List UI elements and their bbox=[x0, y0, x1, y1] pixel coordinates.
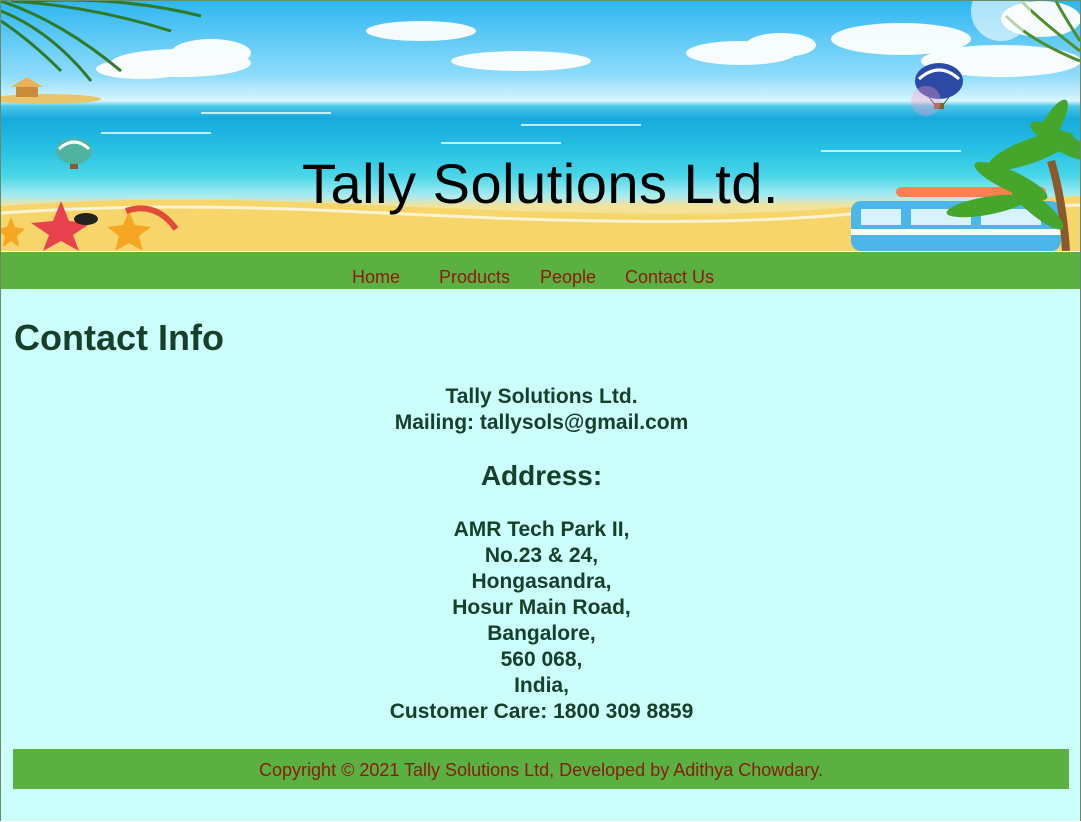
mailing-address: Mailing: tallysols@gmail.com bbox=[394, 411, 689, 434]
customer-care-line: Customer Care: 1800 309 8859 bbox=[389, 700, 694, 723]
address-heading: Address: bbox=[480, 460, 603, 491]
header-banner: Tally Solutions Ltd. bbox=[1, 1, 1080, 251]
address-line: AMR Tech Park II, bbox=[453, 518, 630, 541]
site-title: Tally Solutions Ltd. bbox=[302, 152, 779, 215]
company-info: Tally Solutions Ltd. Mailing: tallysols@… bbox=[1, 384, 1080, 436]
address-line: Hongasandra, bbox=[471, 570, 612, 593]
main-nav: Home Products People Contact Us bbox=[1, 252, 1080, 289]
balloon-right bbox=[911, 63, 963, 116]
address-line: Hosur Main Road, bbox=[452, 596, 631, 619]
page-title: Contact Info bbox=[14, 317, 224, 358]
nav-people-link[interactable]: People bbox=[540, 266, 596, 288]
address-line: Bangalore, bbox=[487, 622, 596, 645]
nav-contact-us-link[interactable]: Contact Us bbox=[625, 266, 714, 288]
island bbox=[1, 77, 101, 104]
water-waves bbox=[101, 112, 961, 152]
address-block: AMR Tech Park II, No.23 & 24, Hongasandr… bbox=[1, 517, 1080, 725]
footer: Copyright © 2021 Tally Solutions Ltd, De… bbox=[13, 749, 1069, 789]
address-line: India, bbox=[514, 674, 569, 697]
company-name: Tally Solutions Ltd. bbox=[445, 385, 638, 408]
content-area: Contact Info Tally Solutions Ltd. Mailin… bbox=[1, 289, 1080, 821]
nav-home-link[interactable]: Home bbox=[352, 266, 400, 288]
address-line: No.23 & 24, bbox=[484, 544, 599, 567]
nav-products-link[interactable]: Products bbox=[439, 266, 510, 288]
page-frame: Tally Solutions Ltd. Home Products Peopl… bbox=[0, 0, 1081, 821]
address-line: 560 068, bbox=[500, 648, 583, 671]
